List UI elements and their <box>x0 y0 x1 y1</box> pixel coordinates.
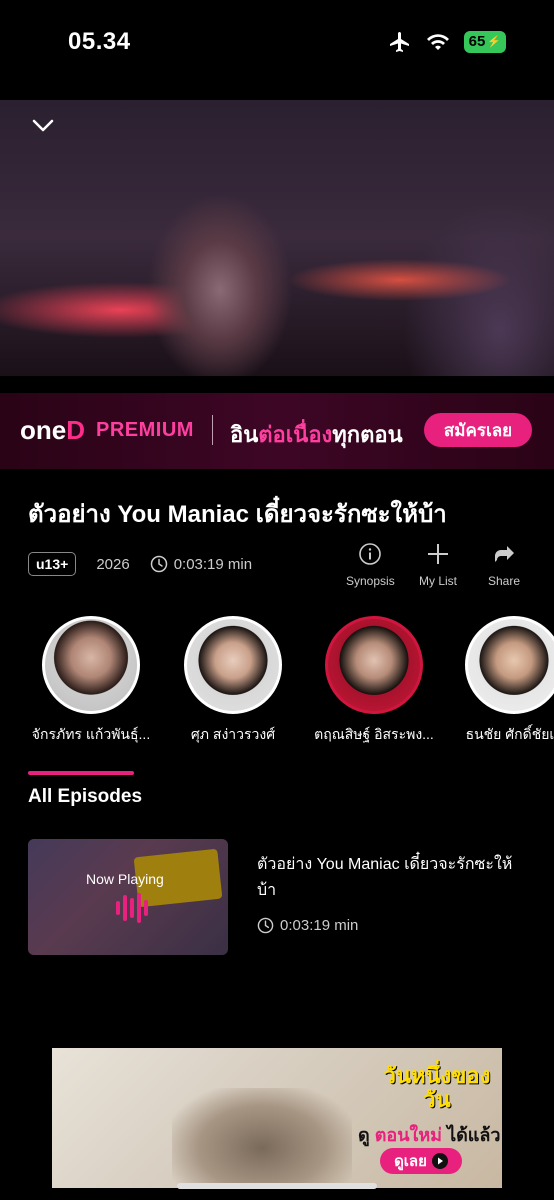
airplane-icon <box>389 32 409 52</box>
brand-d: D <box>66 415 86 445</box>
video-player[interactable] <box>0 100 554 376</box>
cast-name: ตฤณสิษฐ์ อิสระพง... <box>314 726 434 742</box>
tab-all-episodes[interactable]: All Episodes <box>28 786 142 808</box>
episodes-tab-indicator <box>28 771 134 775</box>
banner-divider <box>212 415 213 445</box>
status-time: 05.34 <box>68 28 131 55</box>
ad-line-1: ดู <box>358 1125 370 1145</box>
status-icons: 65 ⚡ <box>388 30 506 54</box>
ad-button-label: ดูเลย <box>394 1153 427 1170</box>
share-icon <box>495 546 515 562</box>
synopsis-label: Synopsis <box>346 574 395 588</box>
ad-subtitle: ดู ตอนใหม่ ได้แล้ว! <box>358 1120 502 1149</box>
ad-watch-button[interactable]: ดูเลย <box>380 1148 462 1174</box>
episode-thumbnail[interactable]: Now Playing <box>28 839 228 955</box>
charging-icon: ⚡ <box>487 36 501 48</box>
ad-banner[interactable]: วันหนึ่งของวัน ดู ตอนใหม่ ได้แล้ว! ดูเลย <box>52 1048 502 1188</box>
promo-part-1: อิน <box>230 422 259 447</box>
my-list-label: My List <box>419 574 458 588</box>
episode-title[interactable]: ตัวอย่าง You Maniac เดี๋ยวจะรักซะให้บ้า <box>257 852 529 904</box>
info-icon <box>359 543 382 565</box>
battery-indicator: 65 ⚡ <box>463 31 506 53</box>
cast-member[interactable]: จักรภัทร แก้วพันธุ์... <box>21 616 161 746</box>
ad-line-2: ตอนใหม่ <box>374 1125 443 1145</box>
clock-icon <box>257 917 274 934</box>
cast-name: จักรภัทร แก้วพันธุ์... <box>31 726 151 742</box>
video-meta: u13+ 2026 0:03:19 min <box>28 552 252 576</box>
wifi-icon <box>426 34 449 50</box>
plus-icon <box>428 544 448 564</box>
premium-label: PREMIUM <box>96 419 194 441</box>
promo-part-3: ทุกตอน <box>332 422 403 447</box>
chevron-down-icon[interactable] <box>30 112 56 138</box>
cast-member[interactable]: ศุภ สง่าวรวงศ์ <box>163 616 303 746</box>
episode-duration: 0:03:19 min <box>257 917 358 934</box>
my-list-button[interactable]: My List <box>419 542 457 588</box>
premium-banner[interactable]: oneD PREMIUM อินต่อเนื่องทุกตอน สมัครเลย <box>0 393 554 469</box>
play-icon <box>431 1153 448 1169</box>
video-title: ตัวอย่าง You Maniac เดี๋ยวจะรักซะให้บ้า <box>28 501 447 528</box>
duration-text: 0:03:19 min <box>173 555 253 573</box>
battery-level: 65 <box>468 33 486 50</box>
now-playing-label: Now Playing <box>86 871 164 887</box>
rating-badge: u13+ <box>28 552 77 576</box>
avatar <box>42 616 140 714</box>
cast-member[interactable]: ธนชัย ศักดิ์ชัยเจ <box>444 616 554 746</box>
avatar <box>465 616 554 714</box>
ad-image <box>172 1088 352 1188</box>
duration: 0:03:19 min <box>150 555 252 573</box>
ad-line-3: ได้แล้ว! <box>447 1125 502 1145</box>
home-indicator[interactable] <box>177 1183 377 1189</box>
cast-name: ธนชัย ศักดิ์ชัยเจ <box>465 726 554 742</box>
ad-headline: วันหนึ่งของวัน <box>383 1063 491 1112</box>
brand-one: one <box>20 415 67 445</box>
avatar <box>325 616 423 714</box>
cast-name: ศุภ สง่าวรวงศ์ <box>190 726 276 742</box>
avatar <box>184 616 282 714</box>
promo-part-2: ต่อเนื่อง <box>258 422 333 447</box>
cast-member[interactable]: ตฤณสิษฐ์ อิสระพง... <box>304 616 444 746</box>
status-bar: 05.34 65 ⚡ <box>0 0 554 84</box>
share-button[interactable]: Share <box>488 542 520 588</box>
brand-logo: oneD <box>20 415 85 446</box>
audio-wave-icon <box>116 893 148 923</box>
release-year: 2026 <box>96 555 130 573</box>
clock-icon <box>150 555 167 573</box>
promo-text: อินต่อเนื่องทุกตอน <box>230 417 403 452</box>
episode-duration-text: 0:03:19 min <box>280 917 359 934</box>
synopsis-button[interactable]: Synopsis <box>346 542 395 588</box>
share-label: Share <box>488 574 521 588</box>
subscribe-button[interactable]: สมัครเลย <box>424 413 532 447</box>
